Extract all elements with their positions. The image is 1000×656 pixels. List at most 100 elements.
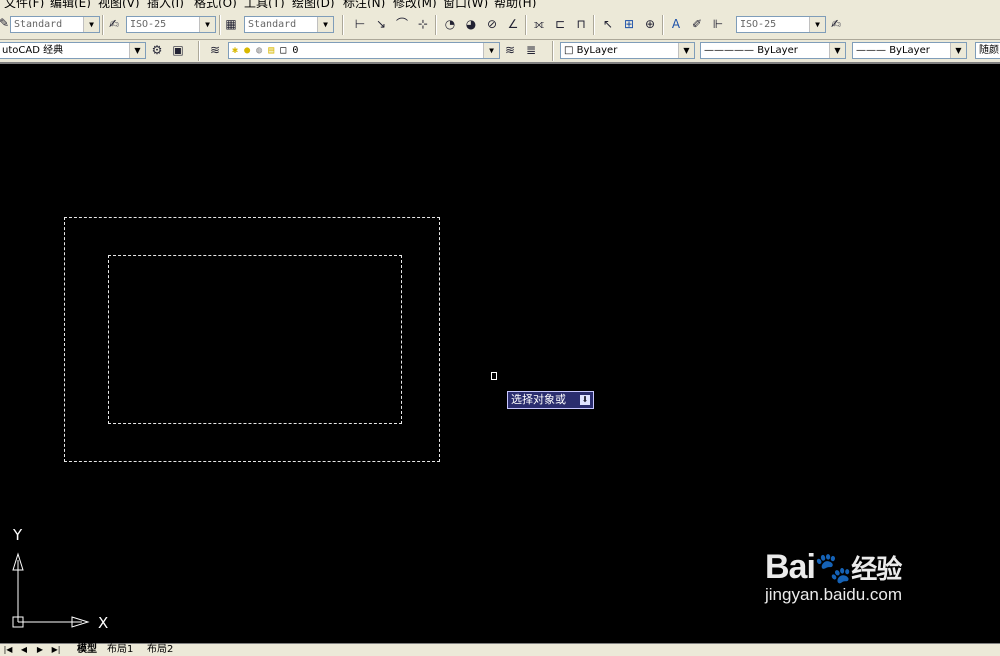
last-tab-icon[interactable]: ▶| bbox=[50, 645, 62, 655]
menu-draw[interactable]: 绘图(D) bbox=[292, 0, 335, 8]
baidu-logo-text: Bai bbox=[765, 548, 816, 586]
toolbar-separator bbox=[593, 15, 595, 35]
multileader-style-select[interactable]: ISO-25 ▼ bbox=[736, 16, 826, 33]
layers-toolbar: utoCAD 经典 ▼ ⚙ ▣ ≋ ✱ ● ◍ ▤ □ 0 ▼ ≋ ≣ □ ByL… bbox=[0, 40, 1000, 64]
layout-tab-bar: |◀ ◀ ▶ ▶| 模型 布局1 布局2 bbox=[0, 643, 1000, 656]
ucs-icon bbox=[12, 552, 90, 628]
dim-update-icon[interactable]: ⊩ bbox=[710, 16, 726, 32]
chevron-down-icon: ▼ bbox=[199, 17, 215, 32]
toolbar-separator bbox=[219, 15, 221, 35]
tolerance-icon[interactable]: ⊞ bbox=[621, 16, 637, 32]
menu-edit[interactable]: 编辑(E) bbox=[50, 0, 91, 8]
toolbar-separator bbox=[435, 15, 437, 35]
linetype-value: ByLayer bbox=[757, 45, 798, 56]
color-select[interactable]: □ ByLayer ▼ bbox=[560, 42, 695, 59]
multileader-style-value: ISO-25 bbox=[740, 19, 777, 30]
tab-layout1[interactable]: 布局1 bbox=[104, 644, 136, 655]
menu-dimension[interactable]: 标注(N) bbox=[343, 0, 385, 8]
layer-color-swatch: □ bbox=[280, 45, 287, 56]
styles-toolbar: ✎ Standard ▼ ✍ ISO-25 ▼ ▦ Standard ▼ ⊢ ↘ ⌒ … bbox=[0, 8, 1000, 40]
command-prompt-text: 选择对象或 bbox=[511, 393, 566, 406]
menu-window[interactable]: 窗口(W) bbox=[443, 0, 488, 8]
dim-text-edit-icon[interactable]: ✐ bbox=[689, 16, 705, 32]
paw-icon: 🐾 bbox=[814, 552, 852, 585]
lock-icon: ◍ bbox=[256, 45, 263, 56]
table-style-icon[interactable]: ▦ bbox=[223, 16, 239, 32]
chevron-down-icon: ▼ bbox=[809, 17, 825, 32]
command-prompt-tooltip: 选择对象或 ⬇ bbox=[507, 391, 594, 409]
layer-value: 0 bbox=[292, 45, 299, 56]
baidu-watermark: Bai🐾经验 jingyan.baidu.com bbox=[765, 548, 902, 605]
dim-style-value: ISO-25 bbox=[130, 19, 167, 30]
ucs-y-label: Y bbox=[13, 526, 23, 544]
leader-icon[interactable]: ↖ bbox=[600, 16, 616, 32]
chevron-down-icon: ▼ bbox=[678, 43, 694, 58]
toolbar-separator bbox=[198, 41, 200, 61]
quick-dim-icon[interactable]: ⟗ bbox=[531, 16, 547, 32]
lineweight-select[interactable]: ——— ByLayer ▼ bbox=[852, 42, 967, 59]
menu-tools[interactable]: 工具(T) bbox=[244, 0, 285, 8]
sun-icon: ● bbox=[244, 45, 251, 56]
options-down-icon[interactable]: ⬇ bbox=[580, 395, 590, 405]
dim-jogged-icon[interactable]: ◕ bbox=[463, 16, 479, 32]
toolbar-separator bbox=[662, 15, 664, 35]
dim-style-select[interactable]: ISO-25 ▼ bbox=[126, 16, 216, 33]
tab-model[interactable]: 模型 bbox=[74, 644, 100, 655]
dim-edit-icon[interactable]: A bbox=[668, 16, 684, 32]
dim-angular-icon[interactable]: ∠ bbox=[505, 16, 521, 32]
table-style-value: Standard bbox=[248, 19, 297, 30]
dim-ordinate-icon[interactable]: ⊹ bbox=[415, 16, 431, 32]
toolbar-separator bbox=[102, 15, 104, 35]
prev-tab-icon[interactable]: ◀ bbox=[18, 645, 30, 655]
baidu-url: jingyan.baidu.com bbox=[765, 585, 903, 604]
dim-aligned-icon[interactable]: ↘ bbox=[373, 16, 389, 32]
dim-radius-icon[interactable]: ◔ bbox=[442, 16, 458, 32]
dim-linear-icon[interactable]: ⊢ bbox=[352, 16, 368, 32]
toolbar-separator bbox=[552, 41, 554, 61]
next-tab-icon[interactable]: ▶ bbox=[34, 645, 46, 655]
dim-diameter-icon[interactable]: ⊘ bbox=[484, 16, 500, 32]
chevron-down-icon: ▼ bbox=[829, 43, 845, 58]
chevron-down-icon: ▼ bbox=[83, 17, 99, 32]
layer-manager-icon[interactable]: ≋ bbox=[207, 42, 223, 58]
dim-continue-icon[interactable]: ⊓ bbox=[573, 16, 589, 32]
first-tab-icon[interactable]: |◀ bbox=[2, 645, 14, 655]
workspace-save-icon[interactable]: ▣ bbox=[170, 42, 186, 58]
workspace-value: utoCAD 经典 bbox=[2, 45, 64, 56]
dim-style-icon[interactable]: ✍ bbox=[106, 16, 122, 32]
chevron-down-icon: ▼ bbox=[129, 43, 145, 58]
linetype-select[interactable]: ————— ByLayer ▼ bbox=[700, 42, 846, 59]
baidu-jingyan-text: 经验 bbox=[851, 554, 902, 584]
inner-rectangle-selected[interactable] bbox=[108, 255, 402, 424]
dim-style-icon[interactable]: ✍ bbox=[828, 16, 844, 32]
toolbar-separator bbox=[525, 15, 527, 35]
color-value: ByLayer bbox=[576, 45, 618, 56]
menu-file[interactable]: 文件(F) bbox=[4, 0, 44, 8]
plot-style-select[interactable]: 随颜 bbox=[975, 42, 1000, 59]
workspace-select[interactable]: utoCAD 经典 ▼ bbox=[0, 42, 146, 59]
menu-format[interactable]: 格式(O) bbox=[194, 0, 237, 8]
workspace-settings-icon[interactable]: ⚙ bbox=[149, 42, 165, 58]
chevron-down-icon: ▼ bbox=[483, 43, 499, 58]
menu-insert[interactable]: 插入(I) bbox=[147, 0, 184, 8]
layer-previous-icon[interactable]: ≣ bbox=[523, 42, 539, 58]
lineweight-value: ByLayer bbox=[889, 45, 930, 56]
center-mark-icon[interactable]: ⊕ bbox=[642, 16, 658, 32]
layer-make-current-icon[interactable]: ≋ bbox=[502, 42, 518, 58]
lightbulb-icon: ✱ bbox=[232, 45, 239, 56]
tab-layout2[interactable]: 布局2 bbox=[144, 644, 176, 655]
chevron-down-icon: ▼ bbox=[950, 43, 966, 58]
menu-help[interactable]: 帮助(H) bbox=[494, 0, 536, 8]
menu-bar: 文件(F) 编辑(E) 视图(V) 插入(I) 格式(O) 工具(T) 绘图(D… bbox=[0, 0, 1000, 8]
baidu-logo: Bai🐾经验 bbox=[765, 548, 902, 587]
text-style-select[interactable]: Standard ▼ bbox=[10, 16, 100, 33]
layer-select[interactable]: ✱ ● ◍ ▤ □ 0 ▼ bbox=[228, 42, 500, 59]
dim-baseline-icon[interactable]: ⊏ bbox=[552, 16, 568, 32]
table-style-select[interactable]: Standard ▼ bbox=[244, 16, 334, 33]
chevron-down-icon: ▼ bbox=[317, 17, 333, 32]
ucs-x-label: X bbox=[98, 614, 109, 632]
plot-style-value: 随颜 bbox=[979, 45, 999, 56]
menu-modify[interactable]: 修改(M) bbox=[393, 0, 437, 8]
dim-arc-icon[interactable]: ⌒ bbox=[394, 16, 410, 32]
menu-view[interactable]: 视图(V) bbox=[98, 0, 140, 8]
